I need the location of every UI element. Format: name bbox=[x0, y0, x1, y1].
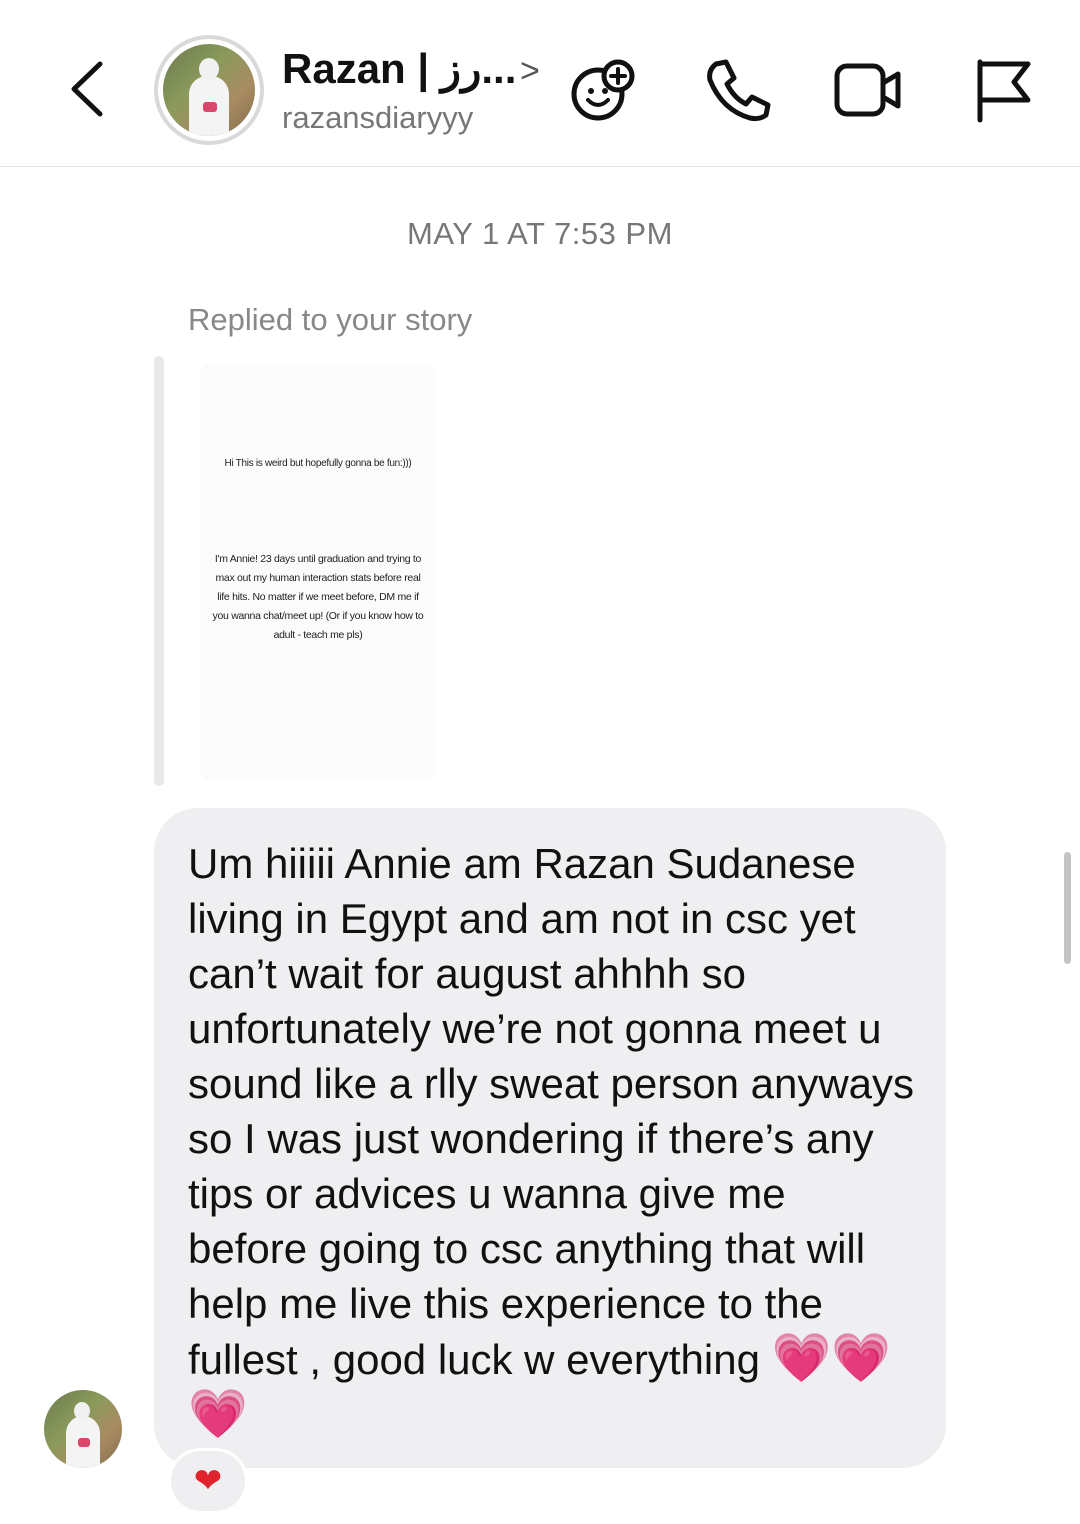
contact-username[interactable]: razansdiaryyy bbox=[282, 100, 473, 136]
message-timestamp: MAY 1 AT 7:53 PM bbox=[407, 216, 673, 251]
message-body: Um hiiiii Annie am Razan Sudanese living… bbox=[188, 840, 915, 1383]
story-preview[interactable]: Hi This is weird but hopefully gonna be … bbox=[200, 364, 436, 780]
avatar-photo bbox=[163, 44, 255, 136]
chevron-right-icon[interactable]: > bbox=[520, 52, 540, 91]
phone-icon[interactable] bbox=[702, 56, 774, 124]
contact-name[interactable]: Razan | رز... bbox=[282, 44, 516, 93]
story-reply-label: Replied to your story bbox=[188, 302, 473, 337]
flag-icon[interactable] bbox=[970, 56, 1042, 124]
heart-reaction-icon[interactable]: ❤ bbox=[168, 1448, 248, 1514]
story-reply-bar bbox=[154, 356, 164, 786]
video-call-icon[interactable] bbox=[832, 56, 904, 124]
chat-header: Razan | رز... > razansdiaryyy bbox=[0, 0, 1080, 167]
contact-avatar[interactable] bbox=[154, 35, 264, 145]
add-effects-icon[interactable] bbox=[566, 56, 638, 124]
message-text: Um hiiiii Annie am Razan Sudanese living… bbox=[188, 836, 916, 1443]
back-icon[interactable] bbox=[62, 58, 114, 120]
sender-avatar[interactable] bbox=[44, 1390, 122, 1468]
story-text-line1: Hi This is weird but hopefully gonna be … bbox=[224, 458, 412, 469]
scrollbar[interactable] bbox=[1064, 852, 1071, 964]
story-text-line2: I'm Annie! 23 days until graduation and … bbox=[212, 553, 424, 641]
message-bubble[interactable]: Um hiiiii Annie am Razan Sudanese living… bbox=[154, 808, 946, 1468]
